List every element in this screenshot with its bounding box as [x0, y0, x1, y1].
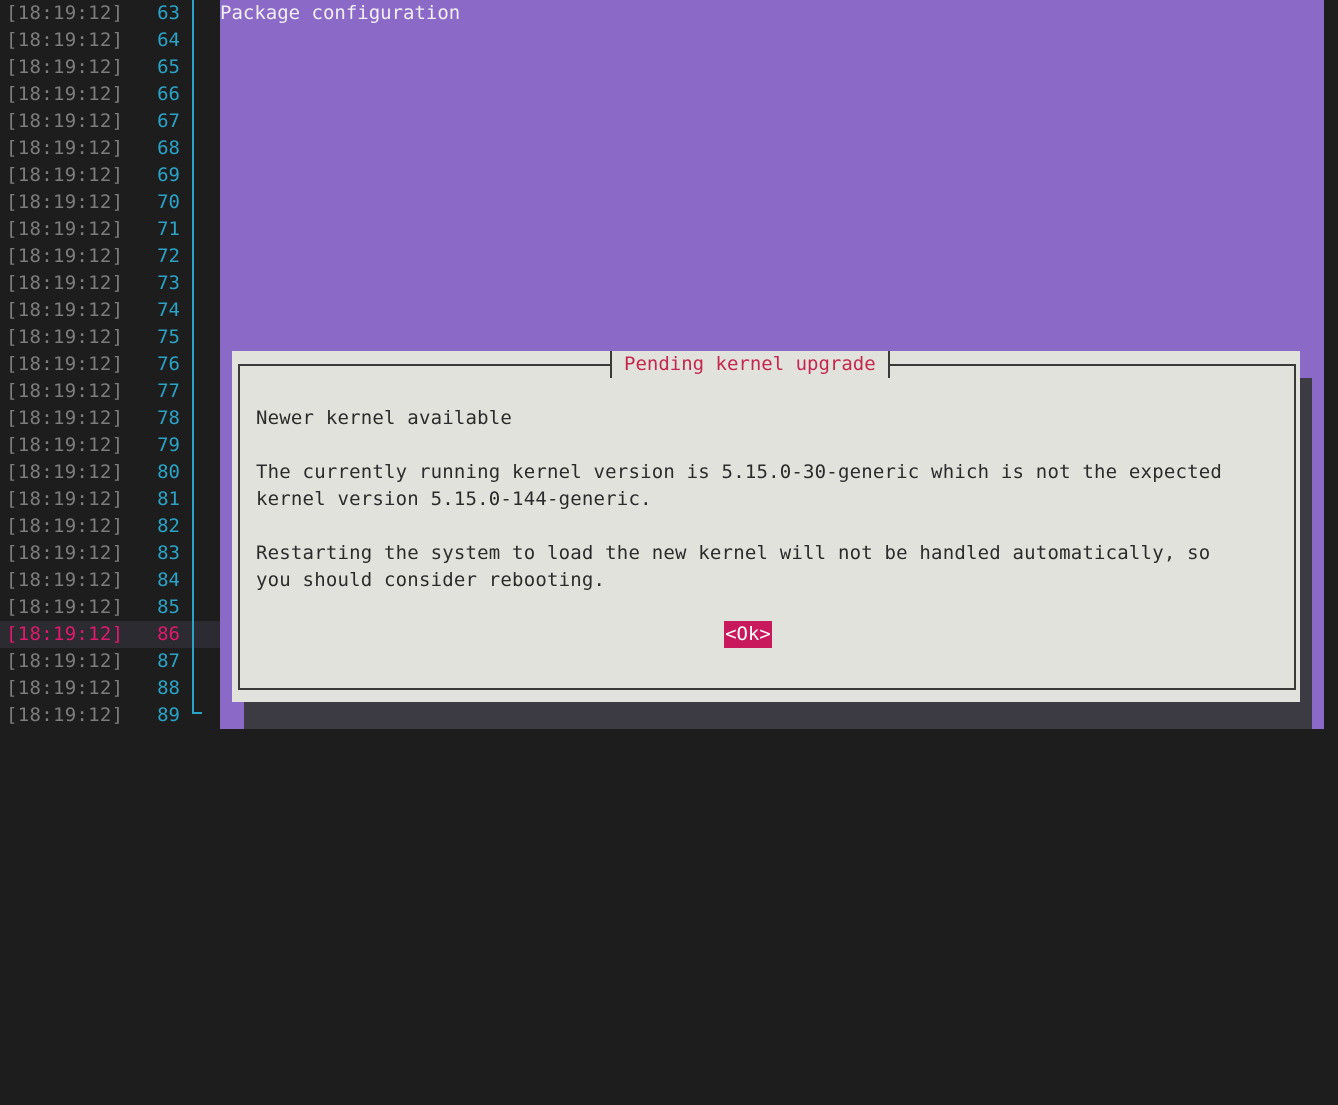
line-number: 86	[157, 623, 180, 645]
log-row: [18:19:12] 88	[0, 675, 220, 702]
log-row: [18:19:12] 77	[0, 378, 220, 405]
log-row: [18:19:12] 64	[0, 27, 220, 54]
line-number: 70	[157, 191, 180, 213]
line-number: 87	[157, 650, 180, 672]
log-row: [18:19:12] 72	[0, 243, 220, 270]
log-row: [18:19:12] 82	[0, 513, 220, 540]
log-row: [18:19:12] 65	[0, 54, 220, 81]
line-number: 68	[157, 137, 180, 159]
dialog-message-line: you should consider rebooting.	[256, 569, 606, 591]
log-timestamp: [18:19:12]	[6, 407, 124, 429]
log-timestamp: [18:19:12]	[6, 245, 124, 267]
line-number: 73	[157, 272, 180, 294]
dialog-heading: Newer kernel available	[256, 407, 513, 429]
log-timestamp: [18:19:12]	[6, 542, 124, 564]
terminal-screen: [18:19:12] 63 [18:19:12] 64 [18:19:12] 65 [18:…	[0, 0, 1338, 1105]
log-row: [18:19:12] 75	[0, 324, 220, 351]
dialog-message-line: The currently running kernel version is …	[256, 461, 1223, 483]
log-row: [18:19:12] 74	[0, 297, 220, 324]
log-row: [18:19:12] 63	[0, 0, 220, 27]
ok-button[interactable]: <Ok>	[724, 621, 772, 648]
log-timestamp: [18:19:12]	[6, 515, 124, 537]
dialog-title-box: Pending kernel upgrade	[610, 351, 890, 378]
line-number: 89	[157, 704, 180, 726]
log-timestamp: [18:19:12]	[6, 164, 124, 186]
log-timestamp: [18:19:12]	[6, 650, 124, 672]
line-number: 88	[157, 677, 180, 699]
log-timestamp: [18:19:12]	[6, 326, 124, 348]
log-timestamp: [18:19:12]	[6, 2, 124, 24]
pending-kernel-upgrade-dialog: Pending kernel upgrade Newer kernel avai…	[232, 351, 1300, 702]
log-row: [18:19:12] 89	[0, 702, 220, 729]
dialog-message-line: Restarting the system to load the new ke…	[256, 542, 1211, 564]
line-number: 66	[157, 83, 180, 105]
log-timestamp: [18:19:12]	[6, 56, 124, 78]
log-timestamp: [18:19:12]	[6, 704, 124, 726]
log-timestamp: [18:19:12]	[6, 677, 124, 699]
log-row: [18:19:12] 87	[0, 648, 220, 675]
log-timestamp: [18:19:12]	[6, 272, 124, 294]
line-number: 81	[157, 488, 180, 510]
line-number: 71	[157, 218, 180, 240]
log-timestamp: [18:19:12]	[6, 596, 124, 618]
gutter-divider	[192, 0, 194, 712]
line-number: 80	[157, 461, 180, 483]
log-timestamp: [18:19:12]	[6, 488, 124, 510]
log-row: [18:19:12] 73	[0, 270, 220, 297]
log-timestamp: [18:19:12]	[6, 110, 124, 132]
line-number: 64	[157, 29, 180, 51]
package-configuration-title: Package configuration	[220, 2, 461, 24]
log-timestamp: [18:19:12]	[6, 299, 124, 321]
log-timestamp: [18:19:12]	[6, 29, 124, 51]
gutter-divider-end	[192, 712, 202, 714]
line-number: 82	[157, 515, 180, 537]
line-number: 84	[157, 569, 180, 591]
line-number: 75	[157, 326, 180, 348]
log-row: [18:19:12] 84	[0, 567, 220, 594]
log-row: [18:19:12] 79	[0, 432, 220, 459]
log-timestamp: [18:19:12]	[6, 353, 124, 375]
log-row: [18:19:12] 67	[0, 108, 220, 135]
line-number: 74	[157, 299, 180, 321]
log-timestamp: [18:19:12]	[6, 434, 124, 456]
line-number: 76	[157, 353, 180, 375]
log-timestamp: [18:19:12]	[6, 380, 124, 402]
log-row: [18:19:12] 69	[0, 162, 220, 189]
line-number: 72	[157, 245, 180, 267]
log-row: [18:19:12] 76	[0, 351, 220, 378]
log-timestamp: [18:19:12]	[6, 83, 124, 105]
log-timestamp: [18:19:12]	[6, 137, 124, 159]
log-timestamp: [18:19:12]	[6, 191, 124, 213]
log-row: [18:19:12] 78	[0, 405, 220, 432]
dialog-shadow	[244, 702, 1312, 729]
line-number: 77	[157, 380, 180, 402]
line-number: 85	[157, 596, 180, 618]
log-row: [18:19:12] 80	[0, 459, 220, 486]
log-row: [18:19:12] 83	[0, 540, 220, 567]
log-row: [18:19:12] 70	[0, 189, 220, 216]
log-row: [18:19:12] 68	[0, 135, 220, 162]
log-row: [18:19:12] 86	[0, 621, 220, 648]
line-number: 69	[157, 164, 180, 186]
line-number: 79	[157, 434, 180, 456]
dialog-shadow	[1300, 378, 1312, 729]
log-timestamp: [18:19:12]	[6, 461, 124, 483]
log-timestamp: [18:19:12]	[6, 623, 124, 645]
line-number: 78	[157, 407, 180, 429]
terminal-pane[interactable]: Package configuration Pending kernel upg…	[220, 0, 1324, 729]
line-number: 63	[157, 2, 180, 24]
log-row: [18:19:12] 85	[0, 594, 220, 621]
log-gutter: [18:19:12] 63 [18:19:12] 64 [18:19:12] 65 [18:…	[0, 0, 220, 729]
log-row: [18:19:12] 81	[0, 486, 220, 513]
dialog-message-line: kernel version 5.15.0-144-generic.	[256, 488, 652, 510]
log-timestamp: [18:19:12]	[6, 569, 124, 591]
dialog-title: Pending kernel upgrade	[624, 353, 876, 375]
line-number: 65	[157, 56, 180, 78]
line-number: 67	[157, 110, 180, 132]
log-timestamp: [18:19:12]	[6, 218, 124, 240]
line-number: 83	[157, 542, 180, 564]
log-row: [18:19:12] 71	[0, 216, 220, 243]
log-row: [18:19:12] 66	[0, 81, 220, 108]
